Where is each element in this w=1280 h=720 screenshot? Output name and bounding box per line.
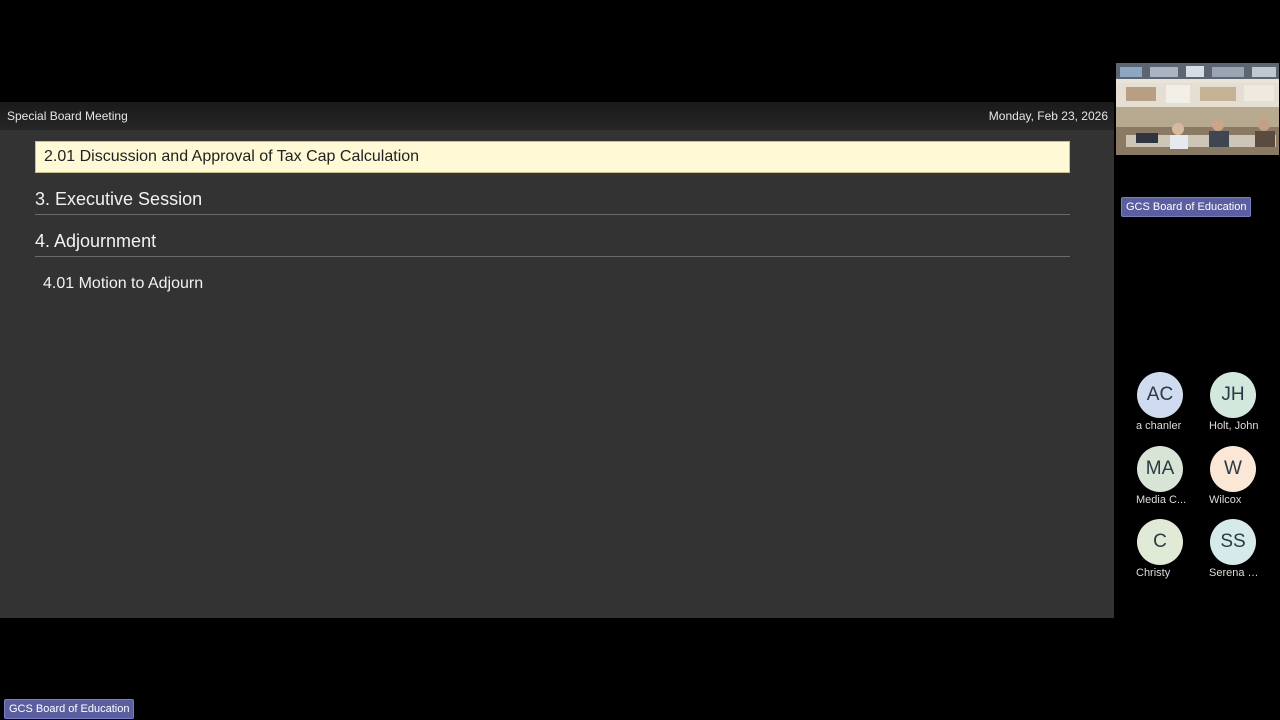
participant-tile[interactable]: C Christy [1130, 519, 1190, 579]
participant-name: Christy [1136, 567, 1171, 579]
shared-screen-header: Special Board Meeting Monday, Feb 23, 20… [0, 102, 1114, 130]
agenda-item-adjournment[interactable]: 4. Adjournment [35, 215, 1070, 257]
participant-avatar: C [1137, 519, 1183, 565]
participant-tile[interactable]: MA Media C... [1130, 446, 1190, 506]
participant-avatar: AC [1137, 372, 1183, 418]
bottom-name-label: GCS Board of Education [4, 699, 135, 719]
participant-tile[interactable]: W Wilcox [1203, 446, 1263, 506]
participant-tile[interactable]: JH Holt, John [1203, 372, 1263, 432]
speaker-name-label: GCS Board of Education [1121, 197, 1252, 217]
meeting-title: Special Board Meeting [7, 109, 128, 123]
participant-name: a chanler [1136, 420, 1182, 432]
participant-tile[interactable]: SS Serena S... [1203, 519, 1263, 579]
participant-name: Media C... [1136, 494, 1187, 506]
participant-avatar: JH [1210, 372, 1256, 418]
agenda-list: 2.01 Discussion and Approval of Tax Cap … [35, 141, 1070, 293]
meeting-room-video-image [1116, 63, 1279, 155]
meeting-date: Monday, Feb 23, 2026 [988, 109, 1108, 123]
agenda-item-active[interactable]: 2.01 Discussion and Approval of Tax Cap … [35, 141, 1070, 173]
participant-avatar: W [1210, 446, 1256, 492]
participant-name: Holt, John [1209, 420, 1259, 432]
participant-tile[interactable]: AC a chanler [1130, 372, 1190, 432]
speaker-video-tile[interactable] [1116, 63, 1279, 155]
agenda-item-executive-session[interactable]: 3. Executive Session [35, 173, 1070, 215]
participant-avatar: SS [1210, 519, 1256, 565]
agenda-subitem-motion-to-adjourn[interactable]: 4.01 Motion to Adjourn [35, 275, 1070, 293]
shared-screen: Special Board Meeting Monday, Feb 23, 20… [0, 102, 1114, 618]
participant-name: Wilcox [1209, 494, 1242, 506]
participant-name: Serena S... [1209, 567, 1263, 579]
participant-avatar: MA [1137, 446, 1183, 492]
